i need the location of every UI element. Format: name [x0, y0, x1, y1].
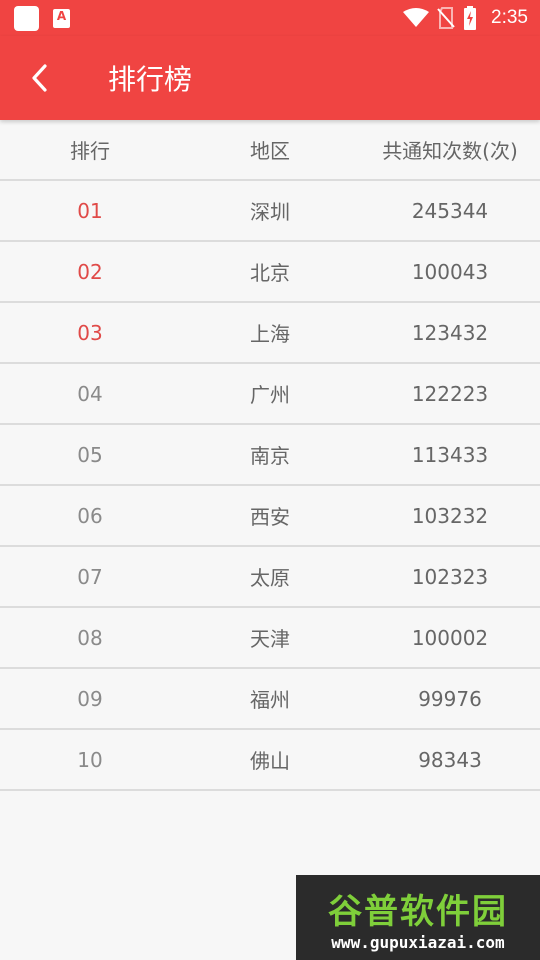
- rank-cell: 06: [77, 503, 103, 528]
- count-cell: 100002: [411, 625, 489, 650]
- table-row[interactable]: 03 上海 123432: [0, 303, 540, 364]
- region-cell: 深圳: [250, 200, 290, 224]
- region-cell: 上海: [250, 322, 290, 346]
- count-cell: 122223: [411, 381, 489, 406]
- table-row[interactable]: 07 太原 102323: [0, 547, 540, 608]
- table-header: 排行 地区 共通知次数(次): [0, 120, 540, 181]
- count-cell: 100043: [411, 259, 489, 284]
- region-cell: 天津: [250, 627, 290, 651]
- rank-cell: 05: [77, 442, 103, 467]
- region-cell: 南京: [250, 444, 290, 468]
- count-cell: 245344: [411, 198, 489, 223]
- rank-cell: 10: [77, 747, 103, 772]
- count-cell: 103232: [411, 503, 489, 528]
- rank-cell: 09: [77, 686, 103, 711]
- header-rank: 排行: [70, 139, 110, 163]
- count-cell: 113433: [411, 442, 489, 467]
- header-count: 共通知次数(次): [382, 139, 518, 163]
- table-row[interactable]: 08 天津 100002: [0, 608, 540, 669]
- rank-cell: 08: [77, 625, 103, 650]
- rank-cell: 04: [77, 381, 103, 406]
- count-cell: 102323: [411, 564, 489, 589]
- app-icon: [14, 5, 39, 31]
- count-cell: 99976: [418, 686, 482, 711]
- region-cell: 太原: [250, 566, 290, 590]
- table-row[interactable]: 02 北京 100043: [0, 242, 540, 303]
- table-row[interactable]: 10 佛山 98343: [0, 730, 540, 791]
- region-cell: 广州: [250, 383, 290, 407]
- watermark-url: www.gupuxiazai.com: [331, 932, 505, 952]
- rank-cell: 07: [77, 564, 103, 589]
- page-title: 排行榜: [108, 63, 193, 96]
- ranking-table: 排行 地区 共通知次数(次) 01 深圳 245344 02 北京 100043…: [0, 120, 540, 791]
- region-cell: 佛山: [250, 749, 290, 773]
- count-cell: 123432: [411, 320, 489, 345]
- region-cell: 西安: [250, 505, 290, 529]
- app-bar: 排行榜: [0, 36, 540, 120]
- battery-charging-icon: [463, 6, 477, 30]
- table-row[interactable]: 06 西安 103232: [0, 486, 540, 547]
- table-row[interactable]: 05 南京 113433: [0, 425, 540, 486]
- no-sim-icon: [437, 7, 455, 29]
- table-row[interactable]: 01 深圳 245344: [0, 181, 540, 242]
- status-bar: A 2:35: [0, 0, 540, 36]
- clock: 2:35: [491, 7, 528, 28]
- table-row[interactable]: 04 广州 122223: [0, 364, 540, 425]
- rank-cell: 01: [77, 198, 103, 223]
- rank-cell: 03: [77, 320, 103, 345]
- notification-a-icon: A: [53, 8, 70, 28]
- table-row[interactable]: 09 福州 99976: [0, 669, 540, 730]
- chevron-left-icon: [32, 64, 47, 92]
- region-cell: 福州: [250, 688, 290, 712]
- back-button[interactable]: [0, 36, 80, 120]
- rank-cell: 02: [77, 259, 103, 284]
- header-region: 地区: [250, 139, 290, 163]
- region-cell: 北京: [250, 261, 290, 285]
- watermark-title: 谷普软件园: [328, 891, 508, 932]
- count-cell: 98343: [418, 747, 482, 772]
- watermark-logo: 谷普软件园 www.gupuxiazai.com: [296, 875, 540, 960]
- wifi-icon: [403, 8, 430, 28]
